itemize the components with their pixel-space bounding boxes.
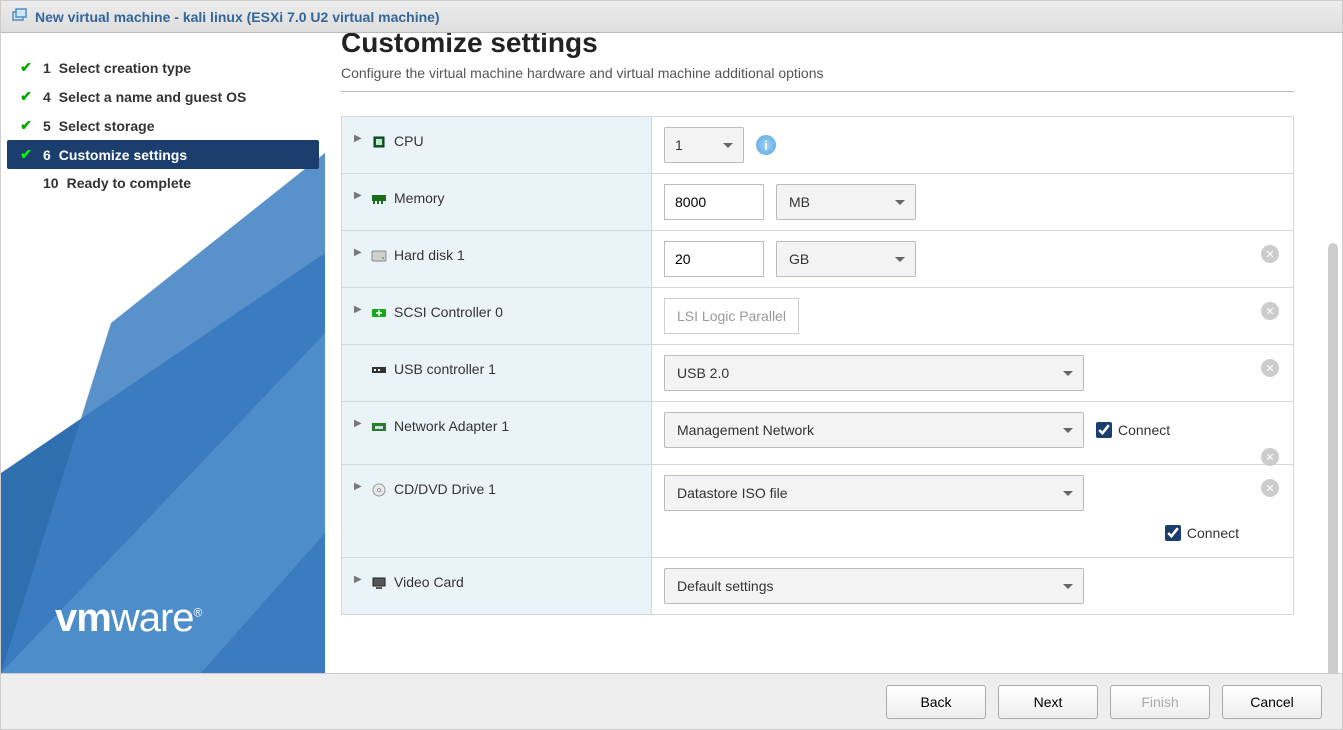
check-icon: ✔ [17, 117, 35, 134]
step-num: 5 [43, 118, 51, 134]
usb-icon [370, 361, 388, 379]
disk-label: Hard disk 1 [394, 247, 465, 263]
cancel-button[interactable]: Cancel [1222, 685, 1322, 719]
wizard-steps: ✔ 1 Select creation type ✔ 4 Select a na… [1, 33, 325, 217]
step-num: 10 [43, 175, 59, 191]
expand-icon[interactable]: ▶ [354, 574, 364, 585]
cpu-label: CPU [394, 133, 424, 149]
info-icon[interactable]: i [756, 135, 776, 155]
scsi-value: LSI Logic Parallel [664, 298, 799, 334]
nic-icon [370, 418, 388, 436]
step-label: Customize settings [59, 147, 187, 163]
disk-unit-select[interactable]: GB [776, 241, 916, 277]
nic-connect[interactable]: Connect [1096, 422, 1170, 438]
row-usb: ▶ USB controller 1 USB 2.0 ✕ [342, 345, 1293, 402]
step-num: 6 [43, 147, 51, 163]
step-label: Ready to complete [67, 175, 191, 191]
step-ready-to-complete[interactable]: 10 Ready to complete [7, 169, 319, 197]
video-label: Video Card [394, 574, 464, 590]
disk-icon [370, 247, 388, 265]
cpu-select[interactable]: 1 [664, 127, 744, 163]
remove-icon[interactable]: ✕ [1261, 245, 1279, 263]
step-label: Select storage [59, 118, 155, 134]
page-subtitle: Configure the virtual machine hardware a… [341, 65, 1294, 81]
memory-unit-select[interactable]: MB [776, 184, 916, 220]
body: ✔ 1 Select creation type ✔ 4 Select a na… [1, 33, 1342, 673]
row-memory: ▶ Memory MB [342, 174, 1293, 231]
remove-icon[interactable]: ✕ [1261, 302, 1279, 320]
sidebar: ✔ 1 Select creation type ✔ 4 Select a na… [1, 33, 325, 673]
finish-button: Finish [1110, 685, 1210, 719]
expand-icon[interactable]: ▶ [354, 190, 364, 201]
expand-icon[interactable]: ▶ [354, 247, 364, 258]
row-harddisk: ▶ Hard disk 1 GB ✕ [342, 231, 1293, 288]
check-icon: ✔ [17, 59, 35, 76]
titlebar: New virtual machine - kali linux (ESXi 7… [1, 1, 1342, 33]
video-select[interactable]: Default settings [664, 568, 1084, 604]
nic-label: Network Adapter 1 [394, 418, 509, 434]
step-select-creation-type[interactable]: ✔ 1 Select creation type [7, 53, 319, 82]
divider [341, 91, 1294, 92]
step-label: Select creation type [59, 60, 191, 76]
cddvd-connect-checkbox[interactable] [1165, 525, 1181, 541]
nic-connect-checkbox[interactable] [1096, 422, 1112, 438]
cpu-icon [370, 133, 388, 151]
wizard-window: New virtual machine - kali linux (ESXi 7… [0, 0, 1343, 730]
expand-icon[interactable]: ▶ [354, 133, 364, 144]
scrollbar[interactable] [1328, 243, 1338, 673]
nic-select[interactable]: Management Network [664, 412, 1084, 448]
cddvd-label: CD/DVD Drive 1 [394, 481, 496, 497]
row-video: ▶ Video Card Default settings [342, 558, 1293, 614]
hardware-table: ▶ CPU 1 i ▶ [341, 116, 1294, 615]
cddvd-select[interactable]: Datastore ISO file [664, 475, 1084, 511]
remove-icon[interactable]: ✕ [1261, 479, 1279, 497]
video-icon [370, 574, 388, 592]
cddvd-connect-label: Connect [1187, 525, 1239, 541]
check-icon: ✔ [17, 88, 35, 105]
check-icon: ✔ [17, 146, 35, 163]
memory-icon [370, 190, 388, 208]
usb-select[interactable]: USB 2.0 [664, 355, 1084, 391]
step-select-name-guest-os[interactable]: ✔ 4 Select a name and guest OS [7, 82, 319, 111]
usb-label: USB controller 1 [394, 361, 496, 377]
row-scsi: ▶ SCSI Controller 0 LSI Logic Parallel ✕ [342, 288, 1293, 345]
page-heading: Customize settings [341, 33, 1294, 59]
step-label: Select a name and guest OS [59, 89, 247, 105]
next-button[interactable]: Next [998, 685, 1098, 719]
main-scroll[interactable]: Customize settings Configure the virtual… [325, 33, 1342, 673]
cd-icon [370, 481, 388, 499]
step-num: 4 [43, 89, 51, 105]
memory-input[interactable] [664, 184, 764, 220]
step-num: 1 [43, 60, 51, 76]
memory-label: Memory [394, 190, 445, 206]
expand-icon[interactable]: ▶ [354, 481, 364, 492]
nic-connect-label: Connect [1118, 422, 1170, 438]
row-nic: ▶ Network Adapter 1 Management Network [342, 402, 1293, 465]
row-cpu: ▶ CPU 1 i [342, 117, 1293, 174]
remove-icon[interactable]: ✕ [1261, 448, 1279, 466]
disk-input[interactable] [664, 241, 764, 277]
remove-icon[interactable]: ✕ [1261, 359, 1279, 377]
sidebar-bg [1, 153, 325, 673]
logo-ware: ware [111, 596, 194, 640]
cddvd-connect[interactable]: Connect [1165, 525, 1239, 541]
expand-icon[interactable]: ▶ [354, 304, 364, 315]
vm-icon [11, 8, 29, 26]
vmware-logo: vmware® [55, 596, 201, 641]
scsi-icon [370, 304, 388, 322]
step-customize-settings[interactable]: ✔ 6 Customize settings [7, 140, 319, 169]
logo-vm: vm [55, 596, 111, 640]
back-button[interactable]: Back [886, 685, 986, 719]
row-cddvd: ▶ CD/DVD Drive 1 Datastore ISO file [342, 465, 1293, 558]
expand-icon[interactable]: ▶ [354, 418, 364, 429]
step-select-storage[interactable]: ✔ 5 Select storage [7, 111, 319, 140]
scsi-label: SCSI Controller 0 [394, 304, 503, 320]
main-panel: Customize settings Configure the virtual… [325, 33, 1342, 673]
footer: Back Next Finish Cancel [1, 673, 1342, 729]
window-title: New virtual machine - kali linux (ESXi 7… [35, 9, 440, 25]
